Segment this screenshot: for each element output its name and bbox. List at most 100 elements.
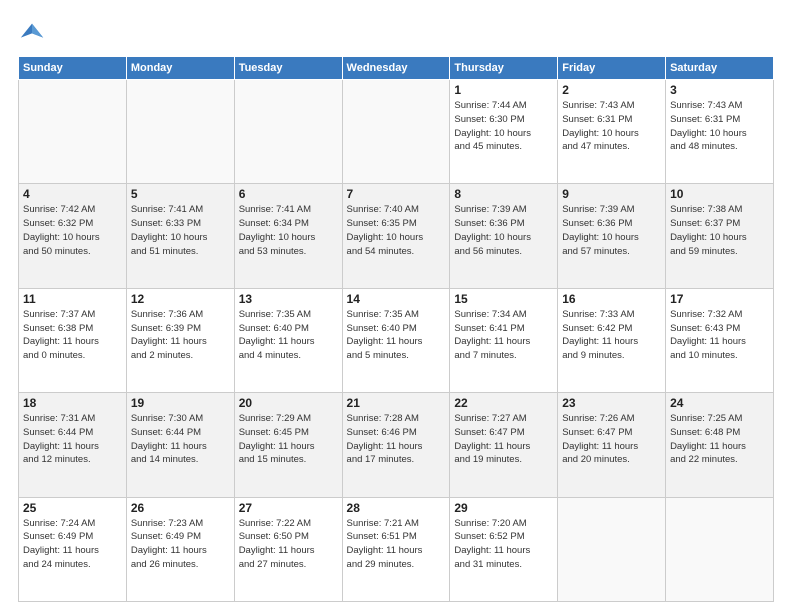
day-info-line: Sunrise: 7:35 AM (239, 309, 311, 320)
calendar-cell: 29Sunrise: 7:20 AMSunset: 6:52 PMDayligh… (450, 497, 558, 601)
calendar-cell: 6Sunrise: 7:41 AMSunset: 6:34 PMDaylight… (234, 184, 342, 288)
day-header-wednesday: Wednesday (342, 57, 450, 80)
day-info-line: Sunset: 6:48 PM (670, 427, 740, 438)
day-info-line: Daylight: 11 hours (23, 545, 99, 556)
day-number: 22 (454, 396, 553, 410)
calendar-header-row: SundayMondayTuesdayWednesdayThursdayFrid… (19, 57, 774, 80)
day-info: Sunrise: 7:32 AMSunset: 6:43 PMDaylight:… (670, 308, 769, 363)
calendar-cell: 27Sunrise: 7:22 AMSunset: 6:50 PMDayligh… (234, 497, 342, 601)
day-info: Sunrise: 7:31 AMSunset: 6:44 PMDaylight:… (23, 412, 122, 467)
day-info-line: Sunset: 6:49 PM (131, 531, 201, 542)
day-info-line: Daylight: 11 hours (347, 336, 423, 347)
day-info: Sunrise: 7:22 AMSunset: 6:50 PMDaylight:… (239, 517, 338, 572)
day-info-line: Sunset: 6:32 PM (23, 218, 93, 229)
day-info-line: Daylight: 10 hours (562, 232, 639, 243)
day-info: Sunrise: 7:27 AMSunset: 6:47 PMDaylight:… (454, 412, 553, 467)
day-info-line: Sunset: 6:46 PM (347, 427, 417, 438)
calendar-cell: 21Sunrise: 7:28 AMSunset: 6:46 PMDayligh… (342, 393, 450, 497)
day-info-line: Daylight: 11 hours (670, 441, 746, 452)
day-info-line: Sunrise: 7:28 AM (347, 413, 419, 424)
day-info-line: Sunset: 6:42 PM (562, 323, 632, 334)
day-info: Sunrise: 7:37 AMSunset: 6:38 PMDaylight:… (23, 308, 122, 363)
day-number: 21 (347, 396, 446, 410)
day-info-line: and 48 minutes. (670, 141, 738, 152)
calendar-cell: 4Sunrise: 7:42 AMSunset: 6:32 PMDaylight… (19, 184, 127, 288)
day-info: Sunrise: 7:41 AMSunset: 6:33 PMDaylight:… (131, 203, 230, 258)
day-info-line: Sunrise: 7:37 AM (23, 309, 95, 320)
calendar-cell: 14Sunrise: 7:35 AMSunset: 6:40 PMDayligh… (342, 288, 450, 392)
day-info-line: Sunrise: 7:36 AM (131, 309, 203, 320)
day-info-line: Sunrise: 7:43 AM (562, 100, 634, 111)
day-info: Sunrise: 7:26 AMSunset: 6:47 PMDaylight:… (562, 412, 661, 467)
day-info-line: Sunrise: 7:39 AM (454, 204, 526, 215)
calendar-cell: 19Sunrise: 7:30 AMSunset: 6:44 PMDayligh… (126, 393, 234, 497)
day-info-line: Daylight: 10 hours (131, 232, 208, 243)
day-header-thursday: Thursday (450, 57, 558, 80)
day-info: Sunrise: 7:38 AMSunset: 6:37 PMDaylight:… (670, 203, 769, 258)
day-info-line: Sunrise: 7:22 AM (239, 518, 311, 529)
day-info: Sunrise: 7:29 AMSunset: 6:45 PMDaylight:… (239, 412, 338, 467)
day-number: 18 (23, 396, 122, 410)
day-info-line: and 7 minutes. (454, 350, 516, 361)
day-info-line: Sunset: 6:44 PM (23, 427, 93, 438)
day-info-line: and 5 minutes. (347, 350, 409, 361)
day-info: Sunrise: 7:34 AMSunset: 6:41 PMDaylight:… (454, 308, 553, 363)
day-info-line: and 26 minutes. (131, 559, 199, 570)
day-info-line: and 53 minutes. (239, 246, 307, 257)
calendar-cell: 11Sunrise: 7:37 AMSunset: 6:38 PMDayligh… (19, 288, 127, 392)
day-info-line: Sunrise: 7:42 AM (23, 204, 95, 215)
day-info-line: Daylight: 11 hours (239, 441, 315, 452)
day-info-line: Sunrise: 7:25 AM (670, 413, 742, 424)
day-info-line: Sunset: 6:31 PM (670, 114, 740, 125)
day-info-line: Sunrise: 7:35 AM (347, 309, 419, 320)
day-number: 5 (131, 187, 230, 201)
day-info-line: and 24 minutes. (23, 559, 91, 570)
day-info-line: Sunset: 6:47 PM (562, 427, 632, 438)
day-info-line: and 0 minutes. (23, 350, 85, 361)
day-info-line: and 10 minutes. (670, 350, 738, 361)
page: SundayMondayTuesdayWednesdayThursdayFrid… (0, 0, 792, 612)
day-info-line: Sunset: 6:34 PM (239, 218, 309, 229)
day-info: Sunrise: 7:33 AMSunset: 6:42 PMDaylight:… (562, 308, 661, 363)
day-info: Sunrise: 7:40 AMSunset: 6:35 PMDaylight:… (347, 203, 446, 258)
day-info-line: Sunset: 6:31 PM (562, 114, 632, 125)
day-info-line: Sunset: 6:52 PM (454, 531, 524, 542)
day-info-line: Daylight: 11 hours (454, 441, 530, 452)
day-info-line: Daylight: 10 hours (670, 232, 747, 243)
day-number: 23 (562, 396, 661, 410)
calendar-cell (666, 497, 774, 601)
day-info-line: Sunset: 6:35 PM (347, 218, 417, 229)
day-info-line: Sunrise: 7:31 AM (23, 413, 95, 424)
day-number: 15 (454, 292, 553, 306)
day-info-line: and 47 minutes. (562, 141, 630, 152)
day-number: 12 (131, 292, 230, 306)
day-info-line: and 14 minutes. (131, 454, 199, 465)
day-number: 24 (670, 396, 769, 410)
calendar-week-1: 1Sunrise: 7:44 AMSunset: 6:30 PMDaylight… (19, 80, 774, 184)
day-info: Sunrise: 7:23 AMSunset: 6:49 PMDaylight:… (131, 517, 230, 572)
calendar-cell: 2 Sunrise: 7:43 AM Sunset: 6:31 PM Daylight… (558, 80, 666, 184)
day-info: Sunrise: 7:20 AMSunset: 6:52 PMDaylight:… (454, 517, 553, 572)
day-info: Sunrise: 7:30 AMSunset: 6:44 PMDaylight:… (131, 412, 230, 467)
day-info: Sunrise: 7:21 AMSunset: 6:51 PMDaylight:… (347, 517, 446, 572)
day-number: 2 (562, 83, 661, 97)
day-info-line: Sunrise: 7:32 AM (670, 309, 742, 320)
day-info-line: Sunset: 6:43 PM (670, 323, 740, 334)
day-number: 26 (131, 501, 230, 515)
calendar-cell: 7 Sunrise: 7:40 AMSunset: 6:35 PMDaylight… (342, 184, 450, 288)
day-number: 4 (23, 187, 122, 201)
calendar-cell: 16Sunrise: 7:33 AMSunset: 6:42 PMDayligh… (558, 288, 666, 392)
day-info-line: Daylight: 11 hours (562, 336, 638, 347)
day-info-line: Sunset: 6:41 PM (454, 323, 524, 334)
day-number: 7 (347, 187, 446, 201)
day-info-line: Sunset: 6:39 PM (131, 323, 201, 334)
day-info-line: and 54 minutes. (347, 246, 415, 257)
logo (18, 18, 50, 46)
day-info-line: and 12 minutes. (23, 454, 91, 465)
day-info: Sunrise: 7:39 AMSunset: 6:36 PMDaylight:… (454, 203, 553, 258)
day-info-line: Daylight: 11 hours (131, 336, 207, 347)
day-info-line: Daylight: 10 hours (239, 232, 316, 243)
day-info-line: Daylight: 10 hours (562, 128, 639, 139)
day-info-line: Daylight: 11 hours (454, 545, 530, 556)
day-info-line: Daylight: 11 hours (347, 545, 423, 556)
